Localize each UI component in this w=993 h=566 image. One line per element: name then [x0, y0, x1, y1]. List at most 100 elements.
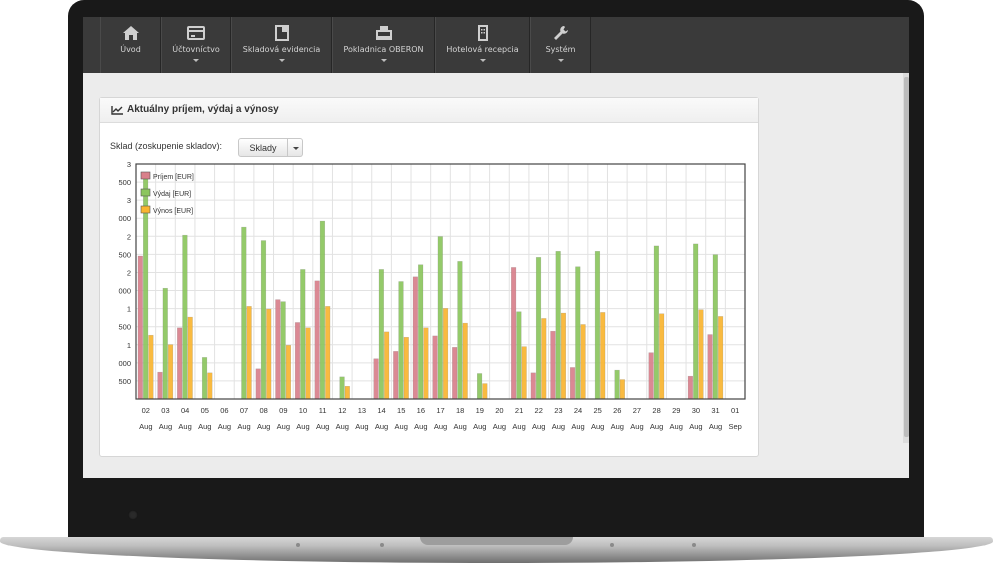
x-tick-label: 02	[142, 406, 150, 415]
hotel-icon	[477, 25, 488, 41]
warehouse-select[interactable]: Sklady	[238, 138, 303, 157]
legend-label: Výdaj [EUR]	[153, 191, 191, 198]
x-tick-label: 16	[417, 406, 425, 415]
base-screw-icon	[692, 543, 696, 547]
chart-bar	[344, 385, 350, 400]
chevron-down-icon	[557, 59, 564, 62]
x-tick-sublabel: Aug	[159, 422, 172, 431]
x-tick-sublabel: Aug	[434, 422, 447, 431]
x-tick-label: 04	[181, 406, 189, 415]
chart-bar	[167, 344, 174, 400]
chart-bar	[201, 357, 208, 400]
chart-bar	[693, 243, 699, 400]
chart-bar	[718, 316, 724, 400]
nav-item-uctovnictvo[interactable]: Účtovníctvo	[161, 17, 231, 73]
chart-bar	[275, 299, 281, 400]
chart-bar	[162, 287, 168, 400]
chart-bar	[412, 276, 418, 400]
chart-bar	[266, 308, 272, 400]
chart-bar	[305, 327, 311, 400]
x-tick-label: 13	[358, 406, 366, 415]
x-tick-label: 22	[535, 406, 543, 415]
x-tick-label: 21	[515, 406, 523, 415]
warehouse-select-toggle[interactable]	[288, 138, 303, 157]
chart-bar	[423, 327, 429, 400]
chart-bar	[687, 375, 693, 400]
chart-bar	[393, 351, 399, 400]
chart-bar	[560, 312, 567, 400]
chart-bar	[294, 322, 301, 400]
chart-bar	[319, 220, 326, 400]
app-screen: Úvod Účtovníctvo Skladová evidencia Pokl…	[83, 17, 909, 478]
chart-bar	[339, 376, 345, 400]
chevron-down-icon	[479, 59, 486, 62]
chart-bar	[653, 245, 659, 400]
nav-label: Pokladnica OBERON	[343, 45, 424, 54]
x-tick-label: 31	[711, 406, 719, 415]
chart-bar	[442, 308, 449, 400]
x-tick-sublabel: Aug	[218, 422, 231, 431]
x-tick-label: 14	[377, 406, 385, 415]
chart-bar	[698, 309, 704, 400]
nav-label: Hotelová recepcia	[446, 45, 519, 54]
chart-bar	[373, 358, 379, 400]
x-tick-sublabel: Aug	[139, 422, 152, 431]
base-screw-icon	[380, 543, 384, 547]
panel-title: Aktuálny príjem, výdaj a výnosy	[127, 104, 279, 115]
x-tick-sublabel: Aug	[611, 422, 624, 431]
inventory-icon	[274, 25, 289, 41]
nav-item-system[interactable]: Systém	[530, 17, 591, 73]
x-tick-sublabel: Aug	[296, 422, 309, 431]
x-tick-sublabel: Aug	[532, 422, 545, 431]
chart-bar	[452, 347, 458, 400]
x-tick-label: 20	[495, 406, 503, 415]
chart-bar	[521, 346, 527, 400]
nav-label: Systém	[545, 45, 576, 54]
scrollbar-thumb[interactable]	[904, 77, 909, 437]
chart-bar	[398, 281, 404, 400]
chart-bar	[648, 352, 654, 400]
chart-bar	[707, 334, 713, 400]
chart-bar	[437, 236, 443, 400]
x-tick-sublabel: Aug	[237, 422, 250, 431]
y-tick-label: 2	[127, 232, 131, 241]
x-tick-sublabel: Aug	[355, 422, 368, 431]
x-tick-sublabel: Aug	[670, 422, 683, 431]
x-tick-sublabel: Aug	[375, 422, 388, 431]
chart-bar	[482, 383, 488, 400]
nav-item-hotelova-recepcia[interactable]: Hotelová recepcia	[435, 17, 530, 73]
x-tick-sublabel: Aug	[552, 422, 565, 431]
x-tick-sublabel: Aug	[178, 422, 191, 431]
x-tick-label: 07	[240, 406, 248, 415]
base-screw-icon	[296, 543, 300, 547]
chart-bar	[457, 261, 463, 400]
nav-item-uvod[interactable]: Úvod	[100, 17, 161, 73]
x-tick-label: 17	[436, 406, 444, 415]
warehouse-select-button[interactable]: Sklady	[238, 138, 288, 157]
nav-item-skladova-evidencia[interactable]: Skladová evidencia	[231, 17, 332, 73]
chart-bar	[187, 316, 193, 400]
x-tick-sublabel: Aug	[316, 422, 329, 431]
chart-bar	[580, 324, 586, 400]
chart-bar	[255, 368, 261, 400]
legend-swatch	[140, 205, 151, 214]
x-tick-sublabel: Aug	[689, 422, 702, 431]
chart-bar	[432, 335, 438, 400]
x-tick-label: 08	[260, 406, 268, 415]
chevron-down-icon	[278, 59, 285, 62]
chart-bar	[157, 371, 163, 400]
income-expense-panel: Aktuálny príjem, výdaj a výnosy Sklad (z…	[99, 97, 759, 457]
chart-bar	[177, 327, 183, 400]
nav-item-pokladnica-oberon[interactable]: Pokladnica OBERON	[332, 17, 435, 73]
legend-swatch	[140, 171, 151, 180]
y-tick-label: 000	[118, 287, 131, 296]
x-tick-sublabel: Aug	[198, 422, 211, 431]
x-tick-sublabel: Aug	[414, 422, 427, 431]
y-tick-label: 1	[127, 341, 131, 350]
chart-bar	[403, 336, 409, 400]
x-tick-label: 06	[220, 406, 228, 415]
legend-swatch	[140, 188, 151, 197]
chart-bar	[314, 280, 320, 400]
top-navigation: Úvod Účtovníctvo Skladová evidencia Pokl…	[83, 17, 909, 73]
home-icon	[122, 26, 139, 40]
